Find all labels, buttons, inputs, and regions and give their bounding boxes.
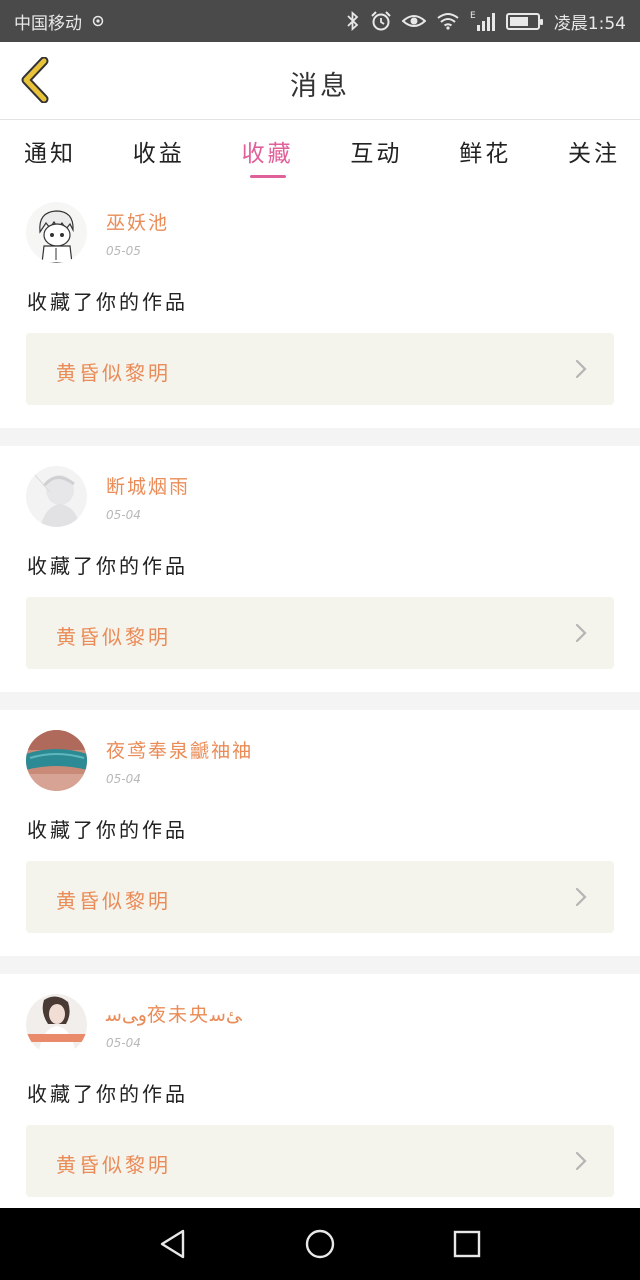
tab-follows[interactable]: 关注 [568,124,620,178]
timestamp: 05-04 [106,772,141,786]
nav-back-button[interactable] [149,1220,197,1268]
bluetooth-icon [346,11,360,31]
work-link[interactable]: 黄昏似黎明 [26,861,614,933]
action-text: 收藏了你的作品 [27,290,188,314]
battery-icon [505,12,543,30]
username[interactable]: ﻭﯽﺳ夜未央ﺊﺳ [106,1000,242,1027]
divider [0,428,640,446]
tab-earnings[interactable]: 收益 [133,124,185,178]
timestamp: 05-04 [106,508,141,522]
divider [0,692,640,710]
chevron-right-icon [575,1151,587,1171]
tab-notifications[interactable]: 通知 [24,124,76,178]
wifi-icon [436,12,460,30]
status-time: 凌晨1:54 [553,13,626,34]
avatar[interactable] [26,202,87,263]
tab-favorites[interactable]: 收藏 [242,124,294,178]
action-text: 收藏了你的作品 [27,818,188,842]
work-title: 黄昏似黎明 [56,889,171,913]
tab-label: 关注 [567,141,620,167]
app-header: 消息 [0,42,640,120]
action-text: 收藏了你的作品 [27,554,188,578]
home-circle-icon [305,1229,335,1259]
status-bar: 中国移动 E 凌晨1:54 [0,0,640,42]
avatar[interactable] [26,994,87,1055]
chevron-right-icon [575,887,587,907]
username[interactable]: 夜鸢奉泉䶵䄂䄂 [106,736,253,763]
page-title: 消息 [290,71,350,102]
work-link[interactable]: 黄昏似黎明 [26,597,614,669]
action-text: 收藏了你的作品 [27,1082,188,1106]
girl-portrait-avatar [26,994,87,1055]
sketch-boy-avatar [26,202,87,263]
list-item: 断城烟雨 05-04 收藏了你的作品 黄昏似黎明 [0,446,640,692]
sim-icon [92,15,104,27]
work-link[interactable]: 黄昏似黎明 [26,333,614,405]
timestamp: 05-04 [106,1036,141,1050]
list-item: 巫妖池 05-05 收藏了你的作品 黄昏似黎明 [0,182,640,428]
chevron-right-icon [575,623,587,643]
work-title: 黄昏似黎明 [56,1153,171,1177]
active-tab-indicator [249,175,286,178]
tab-interactions[interactable]: 互动 [350,124,402,178]
recents-square-icon [453,1230,480,1258]
nav-recents-button[interactable] [443,1220,491,1268]
divider [0,956,640,974]
tab-flowers[interactable]: 鲜花 [459,124,511,178]
network-type-label: E [470,11,476,21]
username[interactable]: 断城烟雨 [106,472,190,499]
tab-bar: 通知 收益 收藏 互动 鲜花 关注 [0,121,640,181]
eye-icon [401,12,426,30]
tab-label: 收藏 [241,141,294,167]
pale-figure-avatar [26,466,87,527]
tab-label: 通知 [24,141,76,167]
tab-label: 鲜花 [459,141,512,167]
work-title: 黄昏似黎明 [56,625,171,649]
tab-label: 互动 [350,141,403,167]
carrier-label: 中国移动 [14,13,82,34]
signal-icon: E [470,10,496,32]
username[interactable]: 巫妖池 [106,208,169,235]
avatar[interactable] [26,466,87,527]
alarm-icon [370,10,392,32]
list-item: 夜鸢奉泉䶵䄂䄂 05-04 收藏了你的作品 黄昏似黎明 [0,710,640,956]
avatar[interactable] [26,730,87,791]
tab-label: 收益 [132,141,185,167]
teal-cloth-avatar [26,730,87,791]
work-title: 黄昏似黎明 [56,361,171,385]
system-nav-bar [0,1208,640,1280]
chevron-right-icon [575,359,587,379]
timestamp: 05-05 [106,244,141,258]
work-link[interactable]: 黄昏似黎明 [26,1125,614,1197]
message-feed: 巫妖池 05-05 收藏了你的作品 黄昏似黎明 断城烟雨 05-04 收藏了你的… [0,182,640,1220]
back-triangle-icon [161,1229,185,1259]
list-item: ﻭﯽﺳ夜未央ﺊﺳ 05-04 收藏了你的作品 黄昏似黎明 [0,974,640,1220]
nav-home-button[interactable] [296,1220,344,1268]
